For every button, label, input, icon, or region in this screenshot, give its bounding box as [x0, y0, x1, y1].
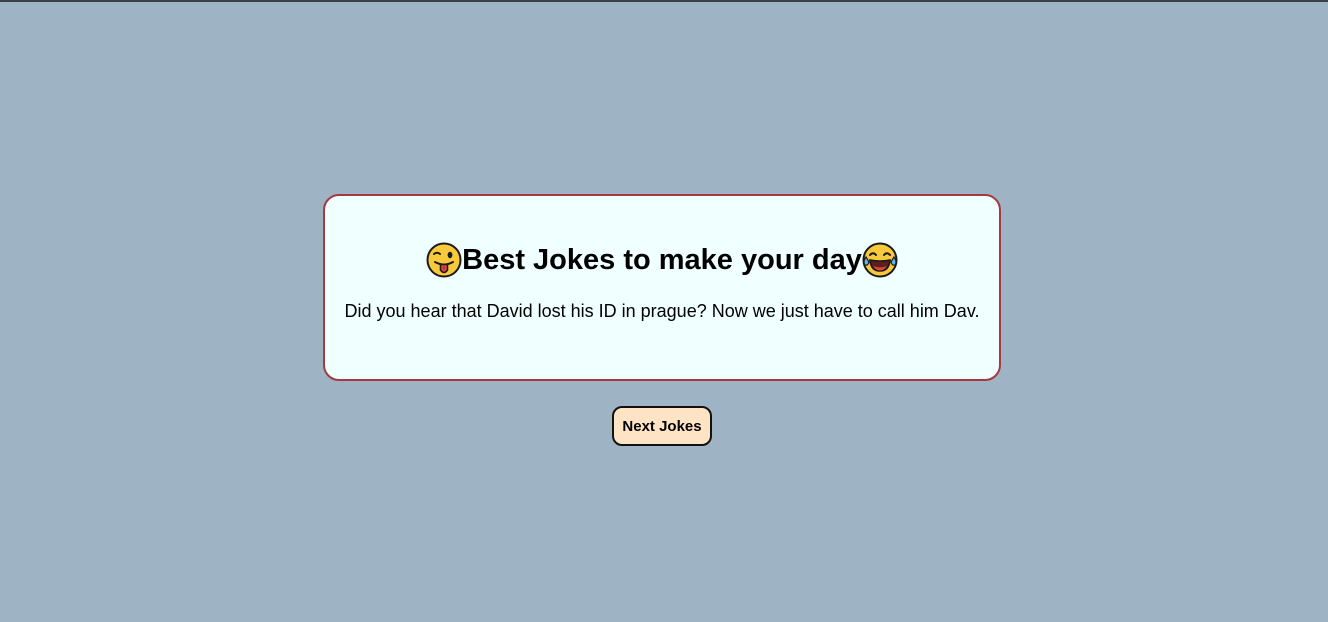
page-title: Best Jokes to make your day — [462, 244, 862, 276]
face-with-tears-of-joy-icon — [862, 242, 898, 278]
joke-text: Did you hear that David lost his ID in p… — [344, 301, 980, 321]
next-jokes-button[interactable]: Next Jokes — [612, 406, 712, 446]
window-top-border — [0, 0, 1328, 2]
winking-face-with-tongue-icon — [426, 242, 462, 278]
card-title-row: Best Jokes to make your day — [426, 242, 898, 278]
joke-card: Best Jokes to make your day Did you hear… — [323, 194, 1001, 381]
